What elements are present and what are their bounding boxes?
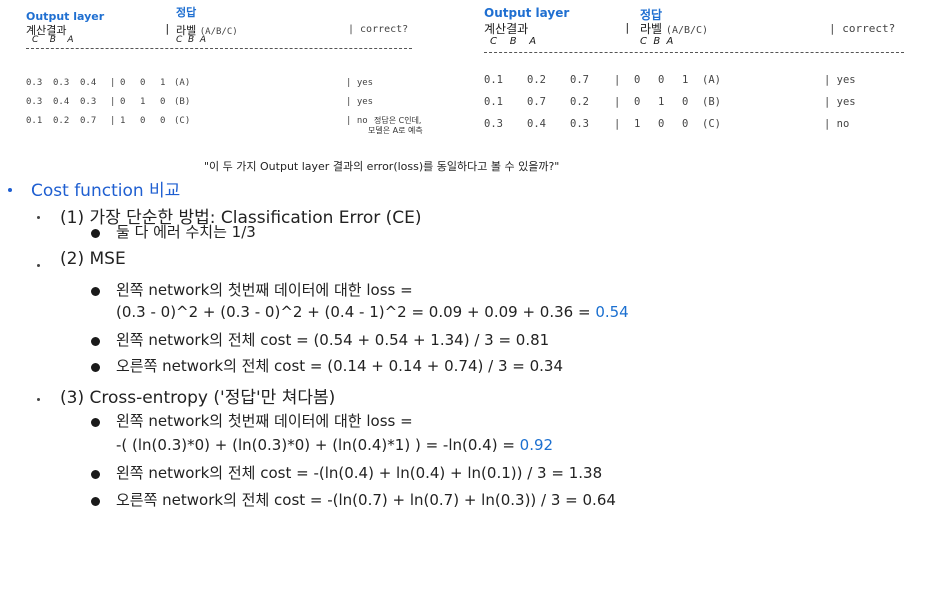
table-row: 0.1 0.7 0.2 | 0 1 0 (B) | yes xyxy=(484,96,856,108)
ce2-item3: 오른쪽 network의 전체 cost = -(ln(0.7) + ln(0.… xyxy=(116,491,616,509)
right-correct-header: | correct? xyxy=(829,22,896,35)
right-output-columns: C B A xyxy=(490,36,537,47)
ce-item: 둘 다 에러 수치는 1/3 xyxy=(116,223,256,241)
left-output-table: Output layer 정답 계산결과 | 라벨 (A/B/C) | corr… xyxy=(26,0,436,135)
bullet-filled-icon xyxy=(91,470,100,479)
question-caption: "이 두 가지 Output layer 결과의 error(loss)를 동일… xyxy=(204,160,560,173)
mse-item1-line2: (0.3 - 0)^2 + (0.3 - 0)^2 + (0.4 - 1)^2 … xyxy=(116,303,629,321)
right-header-rule xyxy=(484,52,904,53)
table-row: 0.3 0.4 0.3 | 1 0 0 (C) | no xyxy=(484,118,850,130)
table-row: 0.3 0.4 0.3 | 0 1 0 (B) | yes xyxy=(26,97,374,107)
right-output-layer-title: Output layer xyxy=(484,6,570,20)
mse-item1-value: 0.54 xyxy=(595,303,629,321)
bullet-filled-icon xyxy=(91,363,100,372)
right-label-columns: C B A xyxy=(640,36,674,47)
left-answer-header: 정답 xyxy=(176,6,197,19)
left-header-rule xyxy=(26,48,412,49)
bullet-small-icon xyxy=(37,216,40,219)
left-table-note: 정답은 C인데, 모델은 A로 예측 xyxy=(368,116,423,135)
mse-item1-line1: 왼쪽 network의 첫번째 데이터에 대한 loss = xyxy=(116,281,413,299)
ce2-item1-line1: 왼쪽 network의 첫번째 데이터에 대한 loss = xyxy=(116,412,413,430)
bullet-small-icon xyxy=(37,398,40,401)
cross-entropy-section-title: (3) Cross-entropy ('정답'만 쳐다봄) xyxy=(60,388,336,408)
bullet-filled-icon xyxy=(91,287,100,296)
ce2-item1-value: 0.92 xyxy=(519,436,554,454)
right-header-separator: | xyxy=(624,21,631,34)
bullet-dot-icon xyxy=(8,188,12,192)
bullet-filled-icon xyxy=(91,497,100,506)
left-label-columns: C B A xyxy=(176,35,207,45)
left-output-columns: C B A xyxy=(32,35,74,45)
table-row: 0.3 0.3 0.4 | 0 0 1 (A) | yes xyxy=(26,78,374,88)
mse-item3: 오른쪽 network의 전체 cost = (0.14 + 0.14 + 0.… xyxy=(116,357,563,375)
right-output-table: Output layer 정답 계산결과 | 라벨 (A/B/C) | corr… xyxy=(484,0,940,130)
table-row: 0.1 0.2 0.7 | 1 0 0 (C) | no xyxy=(26,116,368,126)
left-header-separator: | xyxy=(164,22,171,35)
bullet-filled-icon xyxy=(91,229,100,238)
ce2-item2: 왼쪽 network의 전체 cost = -(ln(0.4) + ln(0.4… xyxy=(116,464,603,482)
outline-heading: Cost function 비교 xyxy=(31,181,181,201)
left-table-header: Output layer 정답 계산결과 | 라벨 (A/B/C) | corr… xyxy=(26,0,436,49)
bullet-small-icon xyxy=(37,264,40,267)
bullet-filled-icon xyxy=(91,337,100,346)
right-calc-header: 계산결과 xyxy=(484,22,529,36)
right-label-header: 라벨 (A/B/C) xyxy=(640,22,709,36)
table-row: 0.1 0.2 0.7 | 0 0 1 (A) | yes xyxy=(484,74,856,86)
mse-section-title: (2) MSE xyxy=(60,249,126,269)
ce2-item1-line2: -( (ln(0.3)*0) + (ln(0.3)*0) + (ln(0.4)*… xyxy=(116,436,554,454)
right-table-header: Output layer 정답 계산결과 | 라벨 (A/B/C) | corr… xyxy=(484,0,940,53)
bullet-filled-icon xyxy=(91,418,100,427)
mse-item2: 왼쪽 network의 전체 cost = (0.54 + 0.54 + 1.3… xyxy=(116,331,550,349)
left-correct-header: | correct? xyxy=(348,24,409,35)
